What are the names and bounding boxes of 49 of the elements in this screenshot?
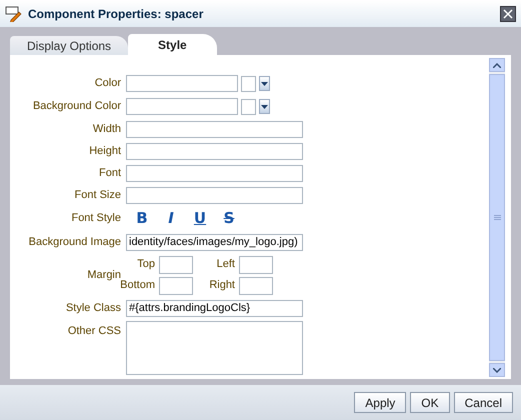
text-field[interactable]: #{attrs.brandingLogoCls} [126, 300, 303, 316]
tab[interactable]: Style [128, 34, 217, 55]
scrollbar[interactable] [489, 58, 505, 377]
caret-icon [261, 82, 268, 86]
text-field[interactable] [126, 120, 303, 138]
field-label: Background Color [32, 99, 121, 114]
margin-field[interactable] [159, 256, 193, 274]
dropdown-button[interactable] [259, 76, 270, 91]
field-label: Color [94, 76, 121, 92]
margin-field[interactable] [159, 276, 193, 294]
field-label: Font [98, 166, 121, 181]
font-style-button[interactable]: S [217, 211, 241, 226]
color-swatch[interactable] [241, 76, 256, 92]
margin-label: Top [136, 257, 155, 272]
dialog-button[interactable]: Apply [354, 392, 406, 413]
field-label: Other CSS [66, 324, 121, 339]
margin-label: Right [208, 278, 235, 294]
color-field[interactable] [126, 98, 238, 115]
font-style-button[interactable]: I [159, 211, 183, 226]
font-style-button[interactable]: B [130, 211, 154, 226]
margin-label: Left [216, 257, 235, 272]
field-label: Background Image [28, 234, 121, 250]
text-field[interactable] [126, 142, 303, 160]
dropdown-button[interactable] [259, 99, 270, 114]
tab[interactable]: Display Options [10, 36, 128, 55]
dialog-button[interactable]: Cancel [454, 392, 513, 413]
margin-field[interactable] [239, 256, 273, 274]
margin-field[interactable] [239, 276, 273, 294]
properties-icon [5, 6, 23, 22]
field-label: Width [92, 122, 121, 137]
font-style-button[interactable]: U [188, 211, 212, 226]
field-label: Margin [86, 268, 121, 283]
margin-label: Bottom [120, 279, 155, 294]
dialog-button[interactable]: OK [410, 392, 450, 413]
window-title: Component Properties: spacer [28, 6, 204, 22]
close-button[interactable] [500, 6, 516, 22]
field-label: Style Class [64, 300, 121, 316]
color-swatch[interactable] [241, 98, 256, 114]
text-field[interactable] [126, 186, 303, 204]
field-label: Font Size [74, 188, 121, 203]
field-label: Height [88, 144, 121, 159]
close-icon [503, 8, 513, 18]
css-text-area[interactable] [126, 321, 303, 375]
text-field[interactable] [126, 164, 303, 182]
grip-icon [494, 214, 500, 220]
caret-icon [261, 104, 268, 108]
field-label: Font Style [70, 211, 121, 226]
text-field[interactable]: identity/faces/images/my_logo.jpg) [126, 234, 303, 250]
color-field[interactable] [126, 75, 238, 92]
